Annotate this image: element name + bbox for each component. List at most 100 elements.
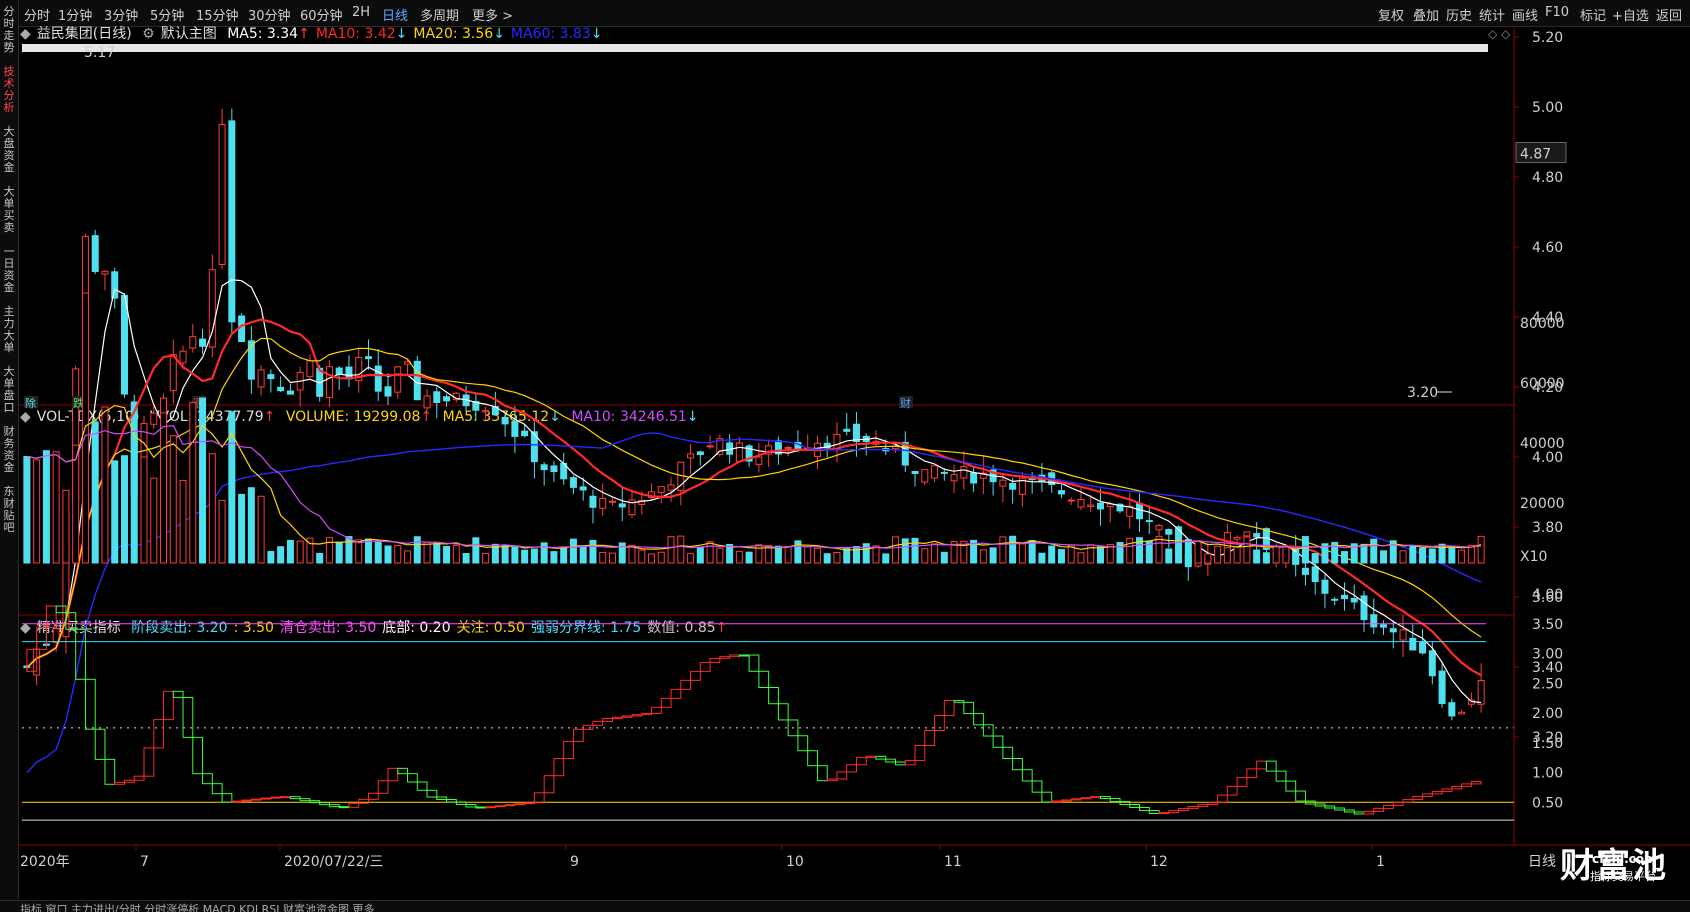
candle-body (608, 500, 616, 503)
indicator-step (426, 789, 438, 798)
candle-body (501, 416, 509, 425)
volume-bar (33, 459, 41, 564)
volume-bar (999, 536, 1007, 564)
volume-bar (648, 553, 656, 564)
indicator-step (231, 800, 243, 803)
x-axis-label-2: 2020/07/22/三 (284, 854, 383, 870)
logo-sub: 指标交易平台 (1590, 870, 1656, 883)
volume-bar (452, 544, 460, 564)
indicator-step (553, 758, 565, 777)
volume-bar (1057, 549, 1065, 564)
candle-body (423, 395, 431, 409)
candle-body (1077, 498, 1085, 508)
volume-bar (921, 548, 929, 564)
volume-bar (804, 546, 812, 564)
indicator-step (1099, 796, 1111, 800)
indicator-step (826, 778, 838, 782)
volume-bar (667, 536, 675, 564)
candle-body (1350, 598, 1358, 603)
period-label: 日线 (1528, 854, 1556, 870)
candle-body (1331, 598, 1339, 601)
candle-body (521, 430, 529, 437)
candle-body (1155, 524, 1163, 531)
indicator-step (367, 792, 379, 800)
event-mark-0[interactable]: 除 (25, 396, 36, 410)
volume-bar (23, 455, 31, 564)
volume-bar (1467, 544, 1475, 564)
indicator-step (1129, 804, 1141, 809)
candle-body (111, 271, 119, 299)
indicator-step (748, 654, 760, 672)
candle-body (1409, 637, 1417, 651)
indicator-step (690, 670, 701, 681)
indicator-step (563, 740, 574, 760)
volume-bar (374, 541, 382, 564)
volume-bar (911, 537, 919, 564)
volume-bar (823, 553, 831, 564)
indicator-step (611, 716, 623, 719)
volume-bar (189, 402, 197, 564)
indicator-step (514, 803, 526, 806)
low-annotation: 3.20 (1407, 385, 1438, 401)
indicator-step (153, 719, 165, 749)
volume-bar (179, 479, 187, 564)
indicator-step (1207, 802, 1219, 806)
indicator-step (924, 729, 936, 746)
indicator-step (328, 804, 340, 808)
volume-bar (1409, 545, 1417, 564)
candle-body (1380, 624, 1388, 628)
high-line (22, 44, 1488, 52)
volume-tick-3: 20000 (1520, 496, 1565, 512)
indicator-step (1363, 810, 1375, 815)
candle-body (970, 472, 978, 484)
candle-body (443, 396, 451, 402)
candle-body (247, 340, 255, 380)
volume-bar (1477, 535, 1485, 564)
indicator-step (1236, 777, 1248, 787)
volume-bar (1399, 550, 1407, 564)
indicator-step (475, 806, 487, 809)
price-tick-0: 5.20 (1532, 30, 1563, 46)
stock-chart-canvas[interactable]: 5.205.004.804.604.404.204.003.803.603.40… (0, 0, 1690, 900)
chart-control-icons[interactable]: ◇ ◇ (1488, 27, 1511, 41)
candle-body (511, 421, 519, 437)
volume-bar (530, 548, 538, 564)
volume-bar (238, 493, 246, 564)
indicator-step (348, 802, 360, 808)
indicator-step (651, 706, 662, 714)
volume-tick-4: X10 (1520, 549, 1547, 565)
volume-bar (1448, 546, 1456, 564)
bottom-status-bar: 指标 窗口 主力进出/分时 分时涨停析 MACD KDJ RSI 财富池资金图 … (0, 900, 1690, 912)
indicator-step (1383, 804, 1394, 809)
indicator-step (524, 802, 535, 805)
indicator-step (202, 773, 213, 785)
volume-bar (1077, 552, 1085, 564)
indicator-step (660, 697, 672, 708)
candle-body (335, 367, 343, 375)
volume-tick-0: 80000 (1520, 316, 1565, 332)
candle-body (1057, 490, 1065, 495)
indicator-step (504, 804, 516, 807)
volume-bar (267, 551, 275, 564)
volume-bar (1009, 535, 1017, 564)
x-axis-label-7: 1 (1376, 854, 1385, 870)
volume-bar (735, 550, 743, 564)
indicator-step (963, 701, 975, 715)
volume-bar (218, 499, 226, 564)
indicator-tick-7: 0.50 (1532, 795, 1563, 811)
volume-bar (443, 545, 451, 564)
indicator-step (572, 728, 584, 742)
volume-bar (716, 547, 724, 564)
indicator-step (1295, 790, 1306, 802)
volume-bar (1038, 552, 1046, 564)
indicator-step (738, 654, 750, 657)
volume-bar (638, 549, 646, 564)
volume-bar (1311, 553, 1319, 564)
indicator-step (885, 758, 897, 763)
event-mark-3[interactable]: 财 (900, 396, 911, 410)
candle-body (1067, 499, 1075, 502)
volume-bar (599, 551, 607, 564)
indicator-step (1021, 769, 1033, 782)
candle-body (579, 486, 587, 491)
indicator-step (797, 735, 809, 752)
